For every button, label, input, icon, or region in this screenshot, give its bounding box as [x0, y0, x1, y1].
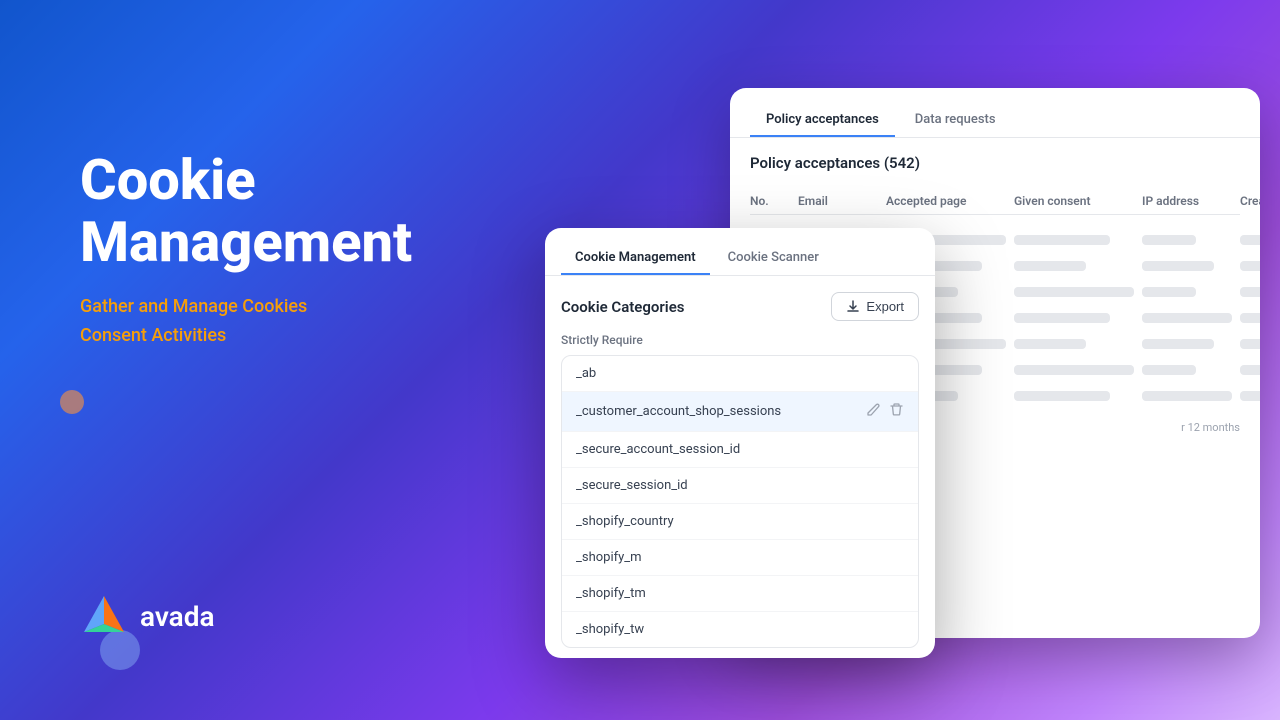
cookie-item-secure-session[interactable]: _secure_session_id — [562, 468, 918, 504]
cookie-item-ab[interactable]: _ab — [562, 356, 918, 392]
skeleton — [1142, 391, 1232, 401]
cookie-content: Cookie Categories Export Strictly Requir… — [545, 276, 935, 658]
tab-cookie-scanner[interactable]: Cookie Scanner — [714, 242, 833, 275]
skeleton — [1014, 287, 1134, 297]
tab-data-requests[interactable]: Data requests — [899, 104, 1012, 137]
skeleton — [1014, 313, 1110, 323]
skeleton — [1142, 235, 1196, 245]
cookie-tabs: Cookie Management Cookie Scanner — [545, 228, 935, 276]
col-created-at: Created at — [1240, 194, 1260, 208]
cookie-item-shopify-m[interactable]: _shopify_m — [562, 540, 918, 576]
policy-title: Policy acceptances (542) — [750, 154, 1240, 172]
col-no: No. — [750, 194, 790, 208]
subtitle: Gather and Manage Cookies Consent Activi… — [80, 293, 412, 351]
skeleton — [1142, 261, 1214, 271]
footer-months-text: r 12 months — [1181, 421, 1240, 434]
cookie-item-actions — [866, 402, 904, 421]
skeleton — [1240, 287, 1260, 297]
cookie-name: _shopify_country — [576, 514, 674, 529]
cookie-categories-title: Cookie Categories — [561, 298, 684, 316]
logo-area: avada — [80, 592, 215, 640]
col-ip-address: IP address — [1142, 194, 1232, 208]
cookie-item-shopify-tw[interactable]: _shopify_tw — [562, 612, 918, 647]
export-button[interactable]: Export — [831, 292, 919, 321]
skeleton — [1240, 339, 1260, 349]
strictly-require-label: Strictly Require — [561, 333, 919, 347]
cookie-management-window: Cookie Management Cookie Scanner Cookie … — [545, 228, 935, 658]
tab-policy-acceptances[interactable]: Policy acceptances — [750, 104, 895, 137]
cookie-item-shopify-country[interactable]: _shopify_country — [562, 504, 918, 540]
skeleton — [1142, 287, 1196, 297]
cookie-name: _ab — [576, 366, 596, 381]
cookie-header-row: Cookie Categories Export — [561, 292, 919, 321]
col-accepted-page: Accepted page — [886, 194, 1006, 208]
logo-text: avada — [140, 600, 215, 633]
cookie-item-customer-account[interactable]: _customer_account_shop_sessions — [562, 392, 918, 432]
skeleton — [1014, 391, 1110, 401]
skeleton — [1014, 261, 1086, 271]
skeleton — [1240, 365, 1260, 375]
skeleton — [1240, 235, 1260, 245]
skeleton — [1240, 313, 1260, 323]
cookie-name: _secure_account_session_id — [576, 442, 740, 457]
avada-logo-icon — [80, 592, 128, 640]
skeleton — [1142, 313, 1232, 323]
cookie-name: _shopify_m — [576, 550, 642, 565]
skeleton — [1014, 339, 1086, 349]
decorative-circle-orange — [60, 390, 84, 414]
table-header: No. Email Accepted page Given consent IP… — [750, 188, 1240, 215]
cookie-name: _customer_account_shop_sessions — [576, 404, 781, 419]
skeleton — [1240, 261, 1260, 271]
export-icon — [846, 300, 860, 314]
main-title: Cookie Management — [80, 150, 412, 273]
cookie-item-shopify-tm[interactable]: _shopify_tm — [562, 576, 918, 612]
skeleton — [1142, 365, 1196, 375]
skeleton — [1014, 365, 1134, 375]
skeleton — [1142, 339, 1214, 349]
tab-cookie-management[interactable]: Cookie Management — [561, 242, 710, 275]
cookie-name: _shopify_tm — [576, 586, 646, 601]
cookie-name: _secure_session_id — [576, 478, 688, 493]
cookie-item-secure-account[interactable]: _secure_account_session_id — [562, 432, 918, 468]
col-given-consent: Given consent — [1014, 194, 1134, 208]
cookie-list: _ab _customer_account_shop_sessions — [561, 355, 919, 648]
skeleton — [1240, 391, 1260, 401]
skeleton — [1014, 235, 1110, 245]
col-email: Email — [798, 194, 878, 208]
policy-tabs: Policy acceptances Data requests — [730, 88, 1260, 138]
edit-icon[interactable] — [866, 402, 881, 421]
delete-icon[interactable] — [889, 402, 904, 421]
left-panel: Cookie Management Gather and Manage Cook… — [80, 150, 412, 351]
cookie-name: _shopify_tw — [576, 622, 644, 637]
